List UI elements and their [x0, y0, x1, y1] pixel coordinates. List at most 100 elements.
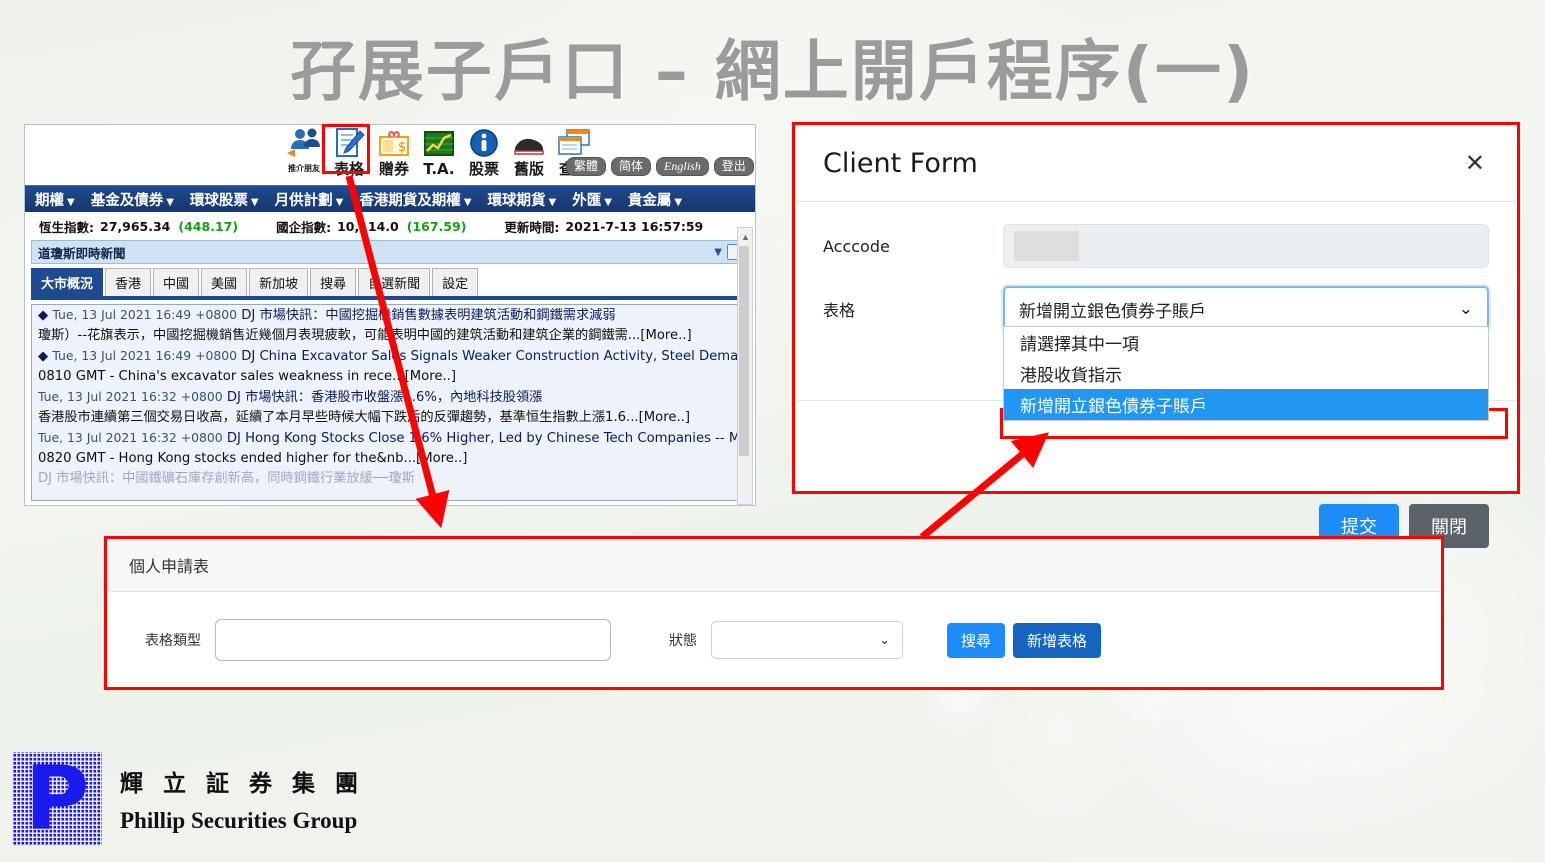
old-version-shoe-icon [508, 125, 550, 161]
search-button[interactable]: 搜尋 [947, 622, 1006, 658]
tab-custom-news[interactable]: 自選新聞 [358, 268, 431, 296]
news-scrollbar[interactable]: ▲ [737, 227, 753, 505]
form-type-dropdown-list[interactable]: 請選擇其中一項 港股收貨指示 新增開立銀色債券子賬戶 [1003, 326, 1489, 421]
logout-button[interactable]: 登出 [713, 157, 754, 176]
close-icon[interactable]: ✕ [1465, 149, 1485, 178]
bottom-panel-body: 表格類型 狀態 ⌄ 搜尋 新增表格 [107, 592, 1441, 688]
toolbar-item-old-version[interactable]: 舊版 [508, 125, 550, 177]
lang-button-english[interactable]: English [656, 157, 709, 176]
chevron-down-icon: ▼ [548, 196, 557, 208]
bottom-panel-actions: 搜尋 新增表格 [947, 622, 1102, 658]
hsi-change: (448.17) [178, 218, 239, 234]
news-item[interactable]: ◆ Tue, 13 Jul 2021 16:49 +0800 DJ 市場快訊：中… [32, 305, 748, 326]
news-panel-header: 道瓊斯即時新聞 ▼ [31, 240, 749, 264]
main-navigation-bar: 期權 ▼ 基金及債券 ▼ 環球股票 ▼ 月供計劃 ▼ 香港期貨及期權 ▼ 環球期貨 ▼ 外匯… [25, 185, 755, 212]
nav-item-precious-metals[interactable]: 貴金屬 ▼ [620, 189, 690, 210]
news-headline: DJ 市場快訊：中國鐵礦石庫存創新高，同時鋼鐵行業放緩──瓊斯 [38, 471, 415, 486]
tab-settings[interactable]: 設定 [432, 268, 479, 296]
tab-hongkong[interactable]: 香港 [105, 268, 152, 296]
status-filter-select[interactable]: ⌄ [711, 621, 903, 659]
chevron-down-icon: ▼ [604, 196, 612, 208]
nav-item-forex[interactable]: 外匯 ▼ [564, 189, 620, 210]
page-title: 孖展子戶口 – 網上開戶程序(一) [289, 33, 1256, 110]
hscei-label: 國企指數: [276, 219, 332, 235]
tab-usa[interactable]: 美國 [201, 268, 248, 296]
toolbar-icon-group: 推介朋友 表格 $ 贈券 T.A. 股票 舊版 [283, 125, 595, 177]
lang-button-traditional[interactable]: 繁體 [566, 157, 607, 176]
trading-web-app-window: 推介朋友 表格 $ 贈券 T.A. 股票 舊版 期權 ▼ 基金及債券 ▼ 環球股… [24, 124, 756, 506]
news-item[interactable]: 0810 GMT - China's excavator sales weakn… [32, 367, 748, 387]
form-type-selected-value: 新增開立銀色債券子賬戶 [1019, 301, 1206, 322]
news-headline: DJ Hong Kong Stocks Close 1.6% Higher, L… [226, 431, 749, 446]
toolbar-item-voucher[interactable]: $ 贈券 [373, 125, 415, 177]
lang-button-simplified[interactable]: 简体 [611, 157, 652, 176]
news-panel-title: 道瓊斯即時新聞 [38, 245, 126, 261]
phillip-logo-icon: P [12, 752, 102, 846]
form-select-label: 表格 [823, 301, 856, 320]
nav-label-options: 期權 [35, 192, 64, 209]
nav-item-options[interactable]: 期權 ▼ [27, 189, 83, 210]
toolbar-label-old-version: 舊版 [513, 160, 544, 178]
chevron-down-icon: ▼ [250, 196, 259, 208]
acccode-input[interactable] [1003, 224, 1489, 268]
nav-label-funds-bonds: 基金及債券 [90, 192, 164, 209]
news-item[interactable]: ◆ Tue, 13 Jul 2021 16:49 +0800 DJ China … [32, 346, 748, 367]
toolbar-item-technical-analysis[interactable]: T.A. [418, 125, 460, 177]
nav-item-funds-bonds[interactable]: 基金及債券 ▼ [83, 189, 182, 210]
personal-application-form-panel: 個人申請表 表格類型 狀態 ⌄ 搜尋 新增表格 [104, 536, 1444, 690]
news-item[interactable]: Tue, 13 Jul 2021 16:32 +0800 DJ Hong Kon… [32, 428, 748, 449]
nav-item-global-futures[interactable]: 環球期貨 ▼ [480, 189, 565, 210]
gift-voucher-icon: $ [373, 125, 415, 161]
language-switcher: 繁體 简体 English 登出 [566, 157, 754, 176]
technical-analysis-chart-icon [418, 125, 460, 161]
toolbar-item-form[interactable]: 表格 [328, 125, 370, 177]
client-form-title: Client Form [823, 147, 978, 179]
dropdown-option-placeholder[interactable]: 請選擇其中一項 [1004, 327, 1488, 358]
news-timestamp: Tue, 13 Jul 2021 16:49 +0800 [52, 348, 238, 363]
news-headline: DJ 市場快訊：中國挖掘機銷售數據表明建筑活動和鋼鐵需求減弱 [241, 308, 616, 323]
news-item[interactable]: 0820 GMT - Hong Kong stocks ended higher… [32, 449, 748, 469]
brand-name-chinese: 輝 立 証 券 集 團 [120, 771, 365, 797]
nav-item-monthly-plan[interactable]: 月供計劃 ▼ [267, 189, 352, 210]
news-timestamp: Tue, 13 Jul 2021 16:32 +0800 [38, 430, 223, 445]
news-list[interactable]: ◆ Tue, 13 Jul 2021 16:49 +0800 DJ 市場快訊：中… [31, 304, 749, 501]
svg-text:$: $ [398, 140, 406, 155]
tab-china[interactable]: 中國 [153, 268, 200, 296]
scrollbar-thumb[interactable] [739, 246, 749, 456]
toolbar-item-stock[interactable]: 股票 [463, 125, 505, 177]
logo-letter: P [24, 747, 90, 850]
toolbar-item-refer-friend[interactable]: 推介朋友 [283, 125, 325, 177]
check-account-windows-icon [553, 125, 595, 161]
dropdown-option-silver-bond-subaccount[interactable]: 新增開立銀色債券子賬戶 [1004, 389, 1488, 420]
acccode-label: Acccode [823, 236, 890, 256]
nav-item-global-stocks[interactable]: 環球股票 ▼ [182, 189, 267, 210]
news-timestamp: Tue, 13 Jul 2021 16:32 +0800 [38, 389, 223, 404]
news-headline: 0810 GMT - China's excavator sales weakn… [38, 369, 457, 384]
dropdown-option-hk-stock-receipt[interactable]: 港股收貨指示 [1004, 358, 1488, 389]
chevron-down-icon: ▼ [463, 196, 472, 208]
news-tab-bar: 大市概況 香港 中國 美國 新加坡 搜尋 自選新聞 設定 [31, 268, 749, 300]
client-form-dialog: Client Form ✕ Acccode 表格 新增開立銀色債券子賬戶 ⌄ 請… [792, 122, 1520, 548]
status-filter-label: 狀態 [669, 633, 697, 649]
app-toolbar: 推介朋友 表格 $ 贈券 T.A. 股票 舊版 [25, 125, 755, 185]
news-item[interactable]: 瓊斯）--花旗表示，中國挖掘機銷售近幾個月表現疲軟，可能表明中國的建筑活動和建筑… [32, 326, 748, 346]
chevron-down-icon[interactable]: ▼ [714, 247, 722, 258]
news-item[interactable]: DJ 市場快訊：中國鐵礦石庫存創新高，同時鋼鐵行業放緩──瓊斯 [32, 469, 748, 489]
news-item[interactable]: Tue, 13 Jul 2021 16:32 +0800 DJ 市場快訊：香港股… [32, 387, 748, 408]
form-type-filter-input[interactable] [215, 619, 611, 661]
toolbar-label-voucher: 贈券 [378, 160, 409, 178]
tab-search[interactable]: 搜尋 [310, 268, 357, 296]
nav-label-global-futures: 環球期貨 [487, 192, 546, 209]
tab-singapore[interactable]: 新加坡 [249, 268, 309, 296]
add-form-button[interactable]: 新增表格 [1013, 622, 1102, 658]
stock-info-icon [463, 125, 505, 161]
nav-item-hk-futures-options[interactable]: 香港期貨及期權 ▼ [351, 189, 479, 210]
nav-label-forex: 外匯 [572, 192, 602, 209]
tab-market-overview[interactable]: 大市概況 [31, 268, 104, 296]
news-item[interactable]: 香港股市連續第三個交易日收高，延續了本月早些時候大幅下跌后的反彈趨勢，基準恒生指… [32, 408, 748, 428]
news-bullet: ◆ [38, 349, 49, 364]
news-headline: 瓊斯）--花旗表示，中國挖掘機銷售近幾個月表現疲軟，可能表明中國的建筑活動和建筑… [38, 328, 692, 343]
form-document-icon [328, 125, 370, 161]
toolbar-label-form: 表格 [333, 160, 364, 178]
scroll-up-icon[interactable]: ▲ [741, 232, 750, 242]
